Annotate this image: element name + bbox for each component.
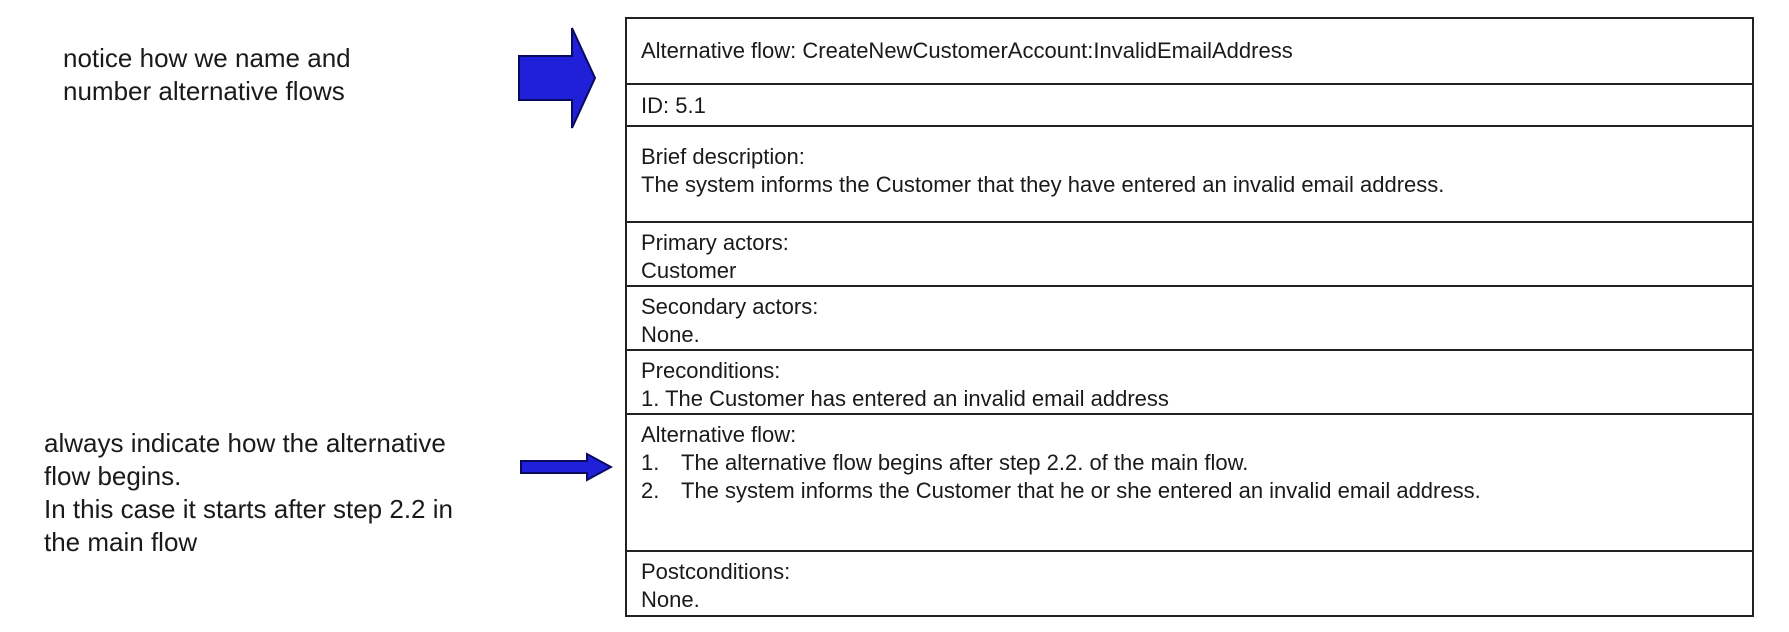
- secondary-actors-text: None.: [641, 322, 700, 347]
- alternative-flow-label: Alternative flow:: [641, 422, 797, 447]
- large-arrow-icon: [518, 27, 597, 129]
- preconditions-text: 1. The Customer has entered an invalid e…: [641, 386, 1169, 411]
- preconditions-label: Preconditions:: [641, 358, 781, 383]
- alternative-flow-row: Alternative flow: 1. The alternative flo…: [627, 415, 1752, 552]
- preconditions-row: Preconditions: 1. The Customer has enter…: [627, 351, 1752, 415]
- secondary-actors-label: Secondary actors:: [641, 294, 819, 319]
- brief-description-row: Brief description: The system informs th…: [627, 127, 1752, 223]
- brief-description-text: The system informs the Customer that the…: [641, 172, 1445, 197]
- step-number: 2.: [641, 478, 660, 503]
- postconditions-label: Postconditions:: [641, 559, 791, 584]
- postconditions-row: Postconditions: None.: [627, 552, 1752, 615]
- use-case-table: Alternative flow: CreateNewCustomerAccou…: [625, 17, 1754, 617]
- primary-actors-row: Primary actors: Customer: [627, 223, 1752, 287]
- brief-description-label: Brief description:: [641, 144, 805, 169]
- use-case-id: ID: 5.1: [641, 93, 706, 118]
- small-arrow-icon: [520, 452, 613, 482]
- use-case-id-row: ID: 5.1: [627, 85, 1752, 127]
- alternative-flow-step: 2. The system informs the Customer that …: [641, 477, 1738, 505]
- primary-actors-label: Primary actors:: [641, 230, 789, 255]
- annotation-flow-start-note: always indicate how the alternative flow…: [44, 428, 453, 557]
- primary-actors-text: Customer: [641, 258, 737, 283]
- step-number: 1.: [641, 450, 660, 475]
- step-text: The alternative flow begins after step 2…: [681, 450, 1249, 475]
- secondary-actors-row: Secondary actors: None.: [627, 287, 1752, 351]
- step-text: The system informs the Customer that he …: [681, 478, 1481, 503]
- postconditions-text: None.: [641, 587, 700, 612]
- annotation-naming-note: notice how we name and number alternativ…: [63, 43, 351, 106]
- use-case-title: Alternative flow: CreateNewCustomerAccou…: [641, 38, 1293, 63]
- use-case-title-row: Alternative flow: CreateNewCustomerAccou…: [627, 19, 1752, 85]
- alternative-flow-step: 1. The alternative flow begins after ste…: [641, 449, 1738, 477]
